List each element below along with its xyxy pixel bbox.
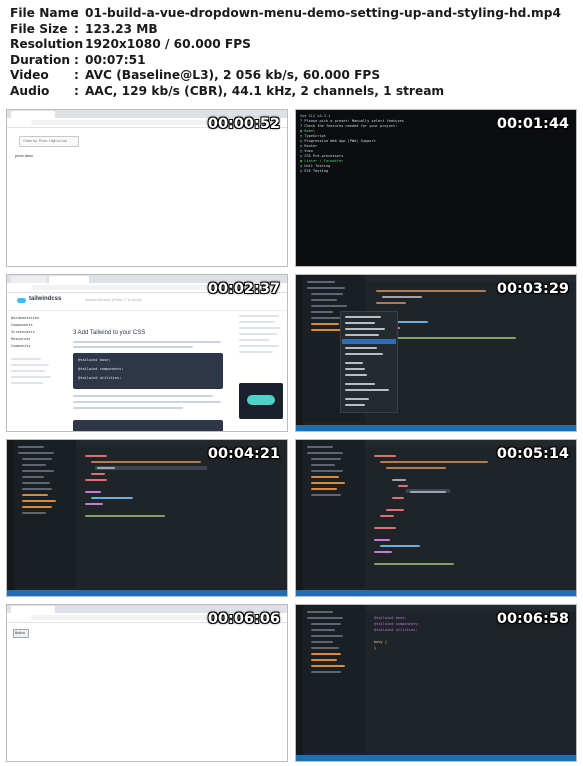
timestamp: 00:05:14 [496,446,569,462]
status-bar [296,425,576,431]
file-name-row: File Name : 01-build-a-vue-dropdown-menu… [10,6,561,22]
video-value: AVC (Baseline@L3), 2 056 kb/s, 60.000 FP… [85,68,381,82]
code-line: @tailwind components; [374,622,420,626]
thumbnail-7[interactable]: Button 00:06:06 [6,604,288,762]
browser-tab[interactable] [11,606,55,613]
status-bar [7,590,287,596]
duration-value: 00:07:51 [85,52,146,67]
activity-bar [296,440,303,596]
separator: : [74,68,79,82]
separator: : [74,83,79,98]
timestamp: 00:02:37 [207,281,280,297]
order-select[interactable]: Order by: Price: High to low [19,136,79,147]
sidebar-item[interactable]: Resources [11,336,67,343]
code-line: @tailwind base; [78,358,111,362]
sidebar-item[interactable]: Screencasts [11,329,67,336]
docs-search-input[interactable]: Search the docs (Press "/" to focus) [85,298,142,302]
file-name-label: File Name [10,6,79,20]
context-menu [340,311,398,413]
separator: : [74,21,79,36]
terminal-line: ◯ E2E Testing [300,169,329,173]
code-line: } [374,646,377,650]
explorer-sidebar [303,605,365,753]
activity-bar [296,275,303,431]
file-name-value: 01-build-a-vue-dropdown-menu-demo-settin… [85,6,561,20]
activity-bar [296,605,303,761]
separator: : [74,6,79,20]
docs-logo-text: tailwindcss [29,296,62,302]
thumbnail-8[interactable]: @tailwind base; @tailwind components; @t… [295,604,577,762]
thumbnail-3[interactable]: tailwindcss Search the docs (Press "/" t… [6,274,288,432]
file-size-value: 123.23 MB [85,21,158,36]
audio-value: AAC, 129 kb/s (CBR), 44.1 kHz, 2 channel… [85,83,445,98]
thumbnail-grid: Order by: Price: High to low price desc … [6,109,577,762]
duration-label: Duration [10,52,71,67]
file-size-label: File Size [10,21,68,36]
demo-button[interactable]: Button [13,629,29,638]
resolution-label: Resolution [10,37,84,51]
file-info-panel: File Name : 01-build-a-vue-dropdown-menu… [10,6,561,99]
sidebar-item[interactable]: Documentation [11,315,67,322]
thumbnail-2[interactable]: Vue CLI v4.3.1 ? Please pick a preset: M… [295,109,577,267]
status-bar [296,755,576,761]
docs-sidebar: Documentation Components Screencasts Res… [11,315,67,384]
code-line: @tailwind components; [78,367,124,371]
code-block [73,420,223,431]
file-size-row: File Size : 123.23 MB [10,22,561,38]
browser-tab[interactable] [11,276,47,283]
code-line: body { [374,640,387,644]
thumbnail-1[interactable]: Order by: Price: High to low price desc … [6,109,288,267]
timestamp: 00:06:06 [207,611,280,627]
code-block: @tailwind base; @tailwind components; @t… [73,353,223,389]
timestamp: 00:06:58 [496,611,569,627]
promo-image [239,383,283,419]
timestamp: 00:04:21 [207,446,280,462]
explorer-sidebar [303,440,365,588]
context-menu-highlight[interactable] [342,339,396,344]
order-select-placeholder: Order by: Price: High to low [23,139,67,143]
duration-row: Duration : 00:07:51 [10,53,561,69]
video-row: Video : AVC (Baseline@L3), 2 056 kb/s, 6… [10,68,561,84]
thumbnail-5[interactable]: 00:04:21 [6,439,288,597]
activity-bar [7,440,14,596]
browser-tab[interactable] [11,111,55,118]
sidebar-item[interactable]: Community [11,343,67,350]
resolution-row: Resolution : 1920x1080 / 60.000 FPS [10,37,561,53]
separator: : [74,37,79,51]
timestamp: 00:03:29 [496,281,569,297]
thumbnail-6[interactable]: 00:05:14 [295,439,577,597]
separator: : [74,52,79,67]
resolution-value: 1920x1080 / 60.000 FPS [85,37,251,51]
sidebar-item[interactable]: Components [11,322,67,329]
tailwind-logo-icon [17,298,26,303]
order-result: price desc [15,153,34,158]
code-line: @tailwind base; [374,616,407,620]
docs-section-heading: 3 Add Tailwind to your CSS [73,330,146,336]
video-label: Video [10,68,49,82]
status-bar [296,590,576,596]
code-line: @tailwind utilities; [78,376,122,380]
timestamp: 00:00:52 [207,116,280,132]
demo-button-label: Button [15,631,25,635]
code-line: @tailwind utilities; [374,628,418,632]
terminal-output: Vue CLI v4.3.1 ? Please pick a preset: M… [300,114,404,174]
audio-label: Audio [10,83,50,98]
browser-tab[interactable] [49,276,89,283]
explorer-sidebar [14,440,76,588]
timestamp: 00:01:44 [496,116,569,132]
audio-row: Audio : AAC, 129 kb/s (CBR), 44.1 kHz, 2… [10,84,561,100]
thumbnail-4[interactable]: 00:03:29 [295,274,577,432]
